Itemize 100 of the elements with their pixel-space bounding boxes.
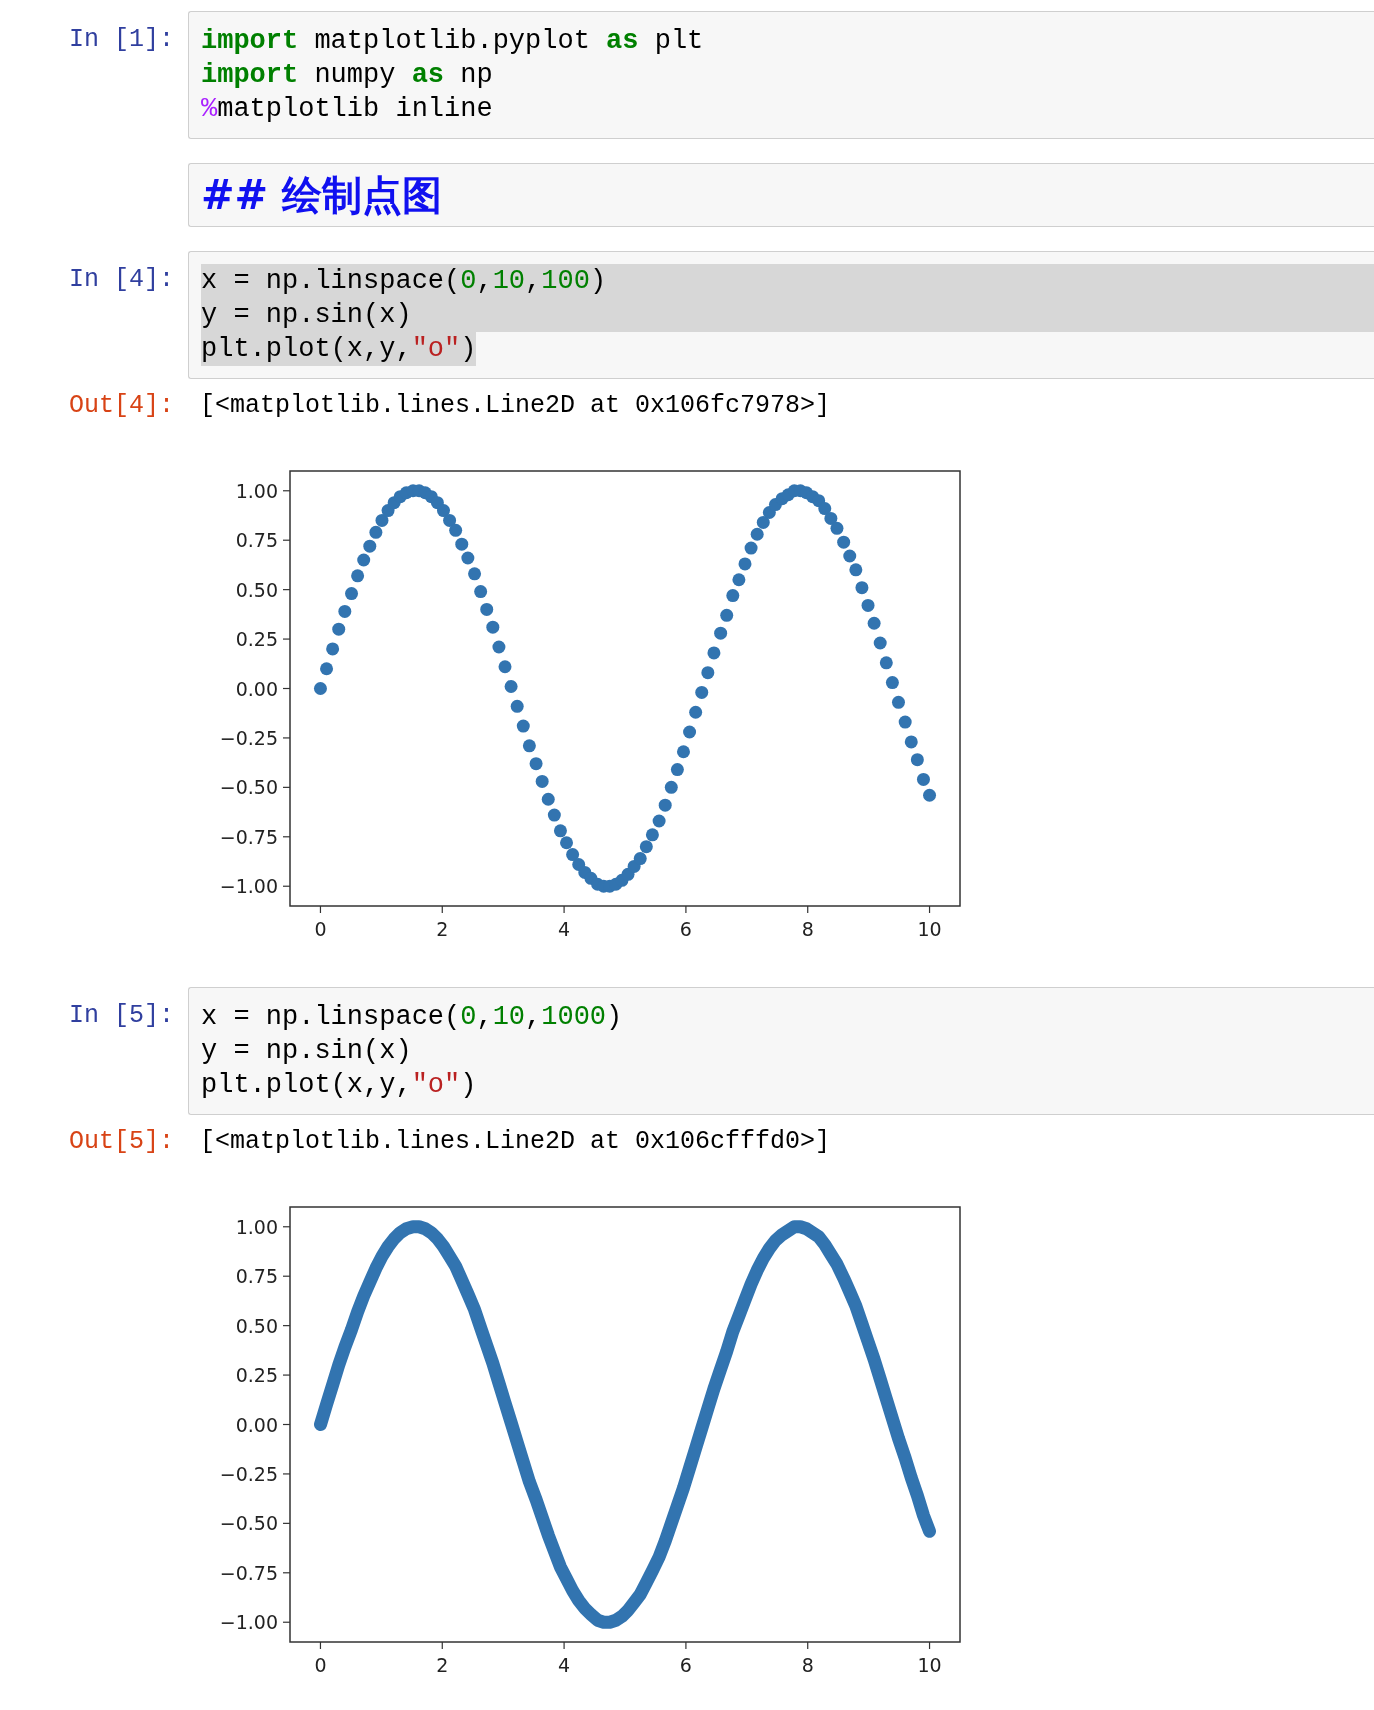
data-point <box>824 511 838 525</box>
data-point <box>449 523 463 537</box>
tick-label: 1.00 <box>235 1215 278 1238</box>
code-line: %matplotlib inline <box>201 93 494 126</box>
code-cell[interactable]: x = np.linspace(0,10,1000) y = np.sin(x) plt.plot(x,y,"o") <box>188 987 1374 1115</box>
data-point <box>855 581 869 595</box>
tick-label: 0.25 <box>235 628 278 651</box>
data-point <box>455 537 469 551</box>
data-point <box>474 585 488 599</box>
tick-label: 0 <box>314 1654 327 1676</box>
data-point <box>332 622 346 636</box>
data-point <box>326 642 340 656</box>
tick-label: 2 <box>436 918 449 940</box>
data-point <box>830 521 844 535</box>
tick-label: 6 <box>679 1654 692 1676</box>
data-point <box>486 620 500 634</box>
tick-label: −0.25 <box>219 1462 278 1485</box>
output-text: [<matplotlib.lines.Line2D at 0x106fc7978>] <box>200 390 832 422</box>
code-cell[interactable]: import matplotlib.pyplot as plt import numpy as np %matplotlib inline <box>188 11 1374 139</box>
output-text: [<matplotlib.lines.Line2D at 0x106cfffd0>] <box>200 1126 832 1158</box>
tick-label: 6 <box>679 918 692 940</box>
tick-label: 0.50 <box>235 578 278 601</box>
data-point <box>351 569 365 583</box>
data-point <box>695 685 709 699</box>
data-point <box>547 808 561 822</box>
data-point <box>522 739 536 753</box>
data-point <box>553 824 567 838</box>
tick-label: −1.00 <box>219 875 278 898</box>
data-point <box>535 774 549 788</box>
data-point <box>916 772 930 786</box>
tick-label: 0.75 <box>235 1265 278 1288</box>
data-point <box>910 753 924 767</box>
code-line: import numpy as np <box>201 59 494 92</box>
tick-label: 4 <box>558 1654 571 1676</box>
data-point <box>892 695 905 709</box>
data-point <box>701 666 715 680</box>
tick-label: 1.00 <box>235 479 278 502</box>
data-point <box>338 604 352 618</box>
data-point <box>375 513 389 527</box>
tick-label: −0.50 <box>219 776 278 799</box>
data-point <box>689 705 703 719</box>
data-point <box>510 699 524 713</box>
data-point <box>633 852 647 866</box>
data-point <box>369 525 383 539</box>
data-point <box>639 840 653 854</box>
data-point <box>744 541 758 555</box>
data-point <box>843 549 857 563</box>
code-line: x = np.linspace(0,10,1000) <box>201 1001 624 1034</box>
data-point <box>726 589 740 603</box>
data-point <box>676 745 690 759</box>
data-point <box>904 735 918 749</box>
data-point <box>468 567 482 581</box>
data-point <box>720 608 734 622</box>
data-point <box>313 682 327 695</box>
data-point <box>664 780 678 794</box>
data-point <box>652 814 666 828</box>
input-prompt: In [4]: <box>67 264 175 296</box>
data-point <box>498 660 512 674</box>
data-point <box>560 836 574 850</box>
code-cell[interactable]: x = np.linspace(0,10,100) y = np.sin(x) plt.plot(x,y,"o") <box>188 251 1374 379</box>
data-point <box>345 587 358 601</box>
code-line: plt.plot(x,y,"o") <box>201 1069 478 1102</box>
data-point <box>861 598 875 612</box>
output-prompt: Out[5]: <box>67 1126 175 1158</box>
tick-label: −0.75 <box>219 825 278 848</box>
data-point <box>480 602 494 616</box>
data-point <box>714 626 728 640</box>
data-point <box>750 527 764 541</box>
tick-label: 10 <box>917 1654 942 1676</box>
data-point <box>707 646 721 660</box>
data-point <box>898 715 912 729</box>
input-prompt: In [1]: <box>67 24 175 56</box>
tick-label: 0.75 <box>235 529 278 552</box>
tick-label: −0.75 <box>219 1561 278 1584</box>
data-point <box>492 640 506 654</box>
code-line: y = np.sin(x) <box>201 1035 413 1068</box>
data-point <box>683 725 697 739</box>
data-point <box>885 676 899 690</box>
tick-label: 0.00 <box>235 1413 278 1436</box>
tick-label: −0.25 <box>219 726 278 749</box>
data-point <box>756 515 770 529</box>
data-point <box>504 680 518 693</box>
code-line: import matplotlib.pyplot as plt <box>201 25 705 58</box>
data-point <box>357 553 371 567</box>
tick-label: 0.50 <box>235 1314 278 1337</box>
tick-label: 4 <box>558 918 571 940</box>
data-point <box>437 504 450 518</box>
tick-label: 2 <box>436 1654 449 1676</box>
data-point <box>879 656 893 670</box>
data-point <box>732 573 746 587</box>
data-point <box>818 502 832 516</box>
data-point <box>849 563 863 577</box>
data-point <box>658 798 672 812</box>
data-point <box>645 828 659 842</box>
tick-label: 0.25 <box>235 1364 278 1387</box>
data-point <box>923 788 937 802</box>
data-point <box>837 535 851 549</box>
markdown-cell[interactable]: ## 绘制点图 <box>188 163 1374 227</box>
data-point <box>541 792 555 806</box>
tick-label: 10 <box>917 918 942 940</box>
